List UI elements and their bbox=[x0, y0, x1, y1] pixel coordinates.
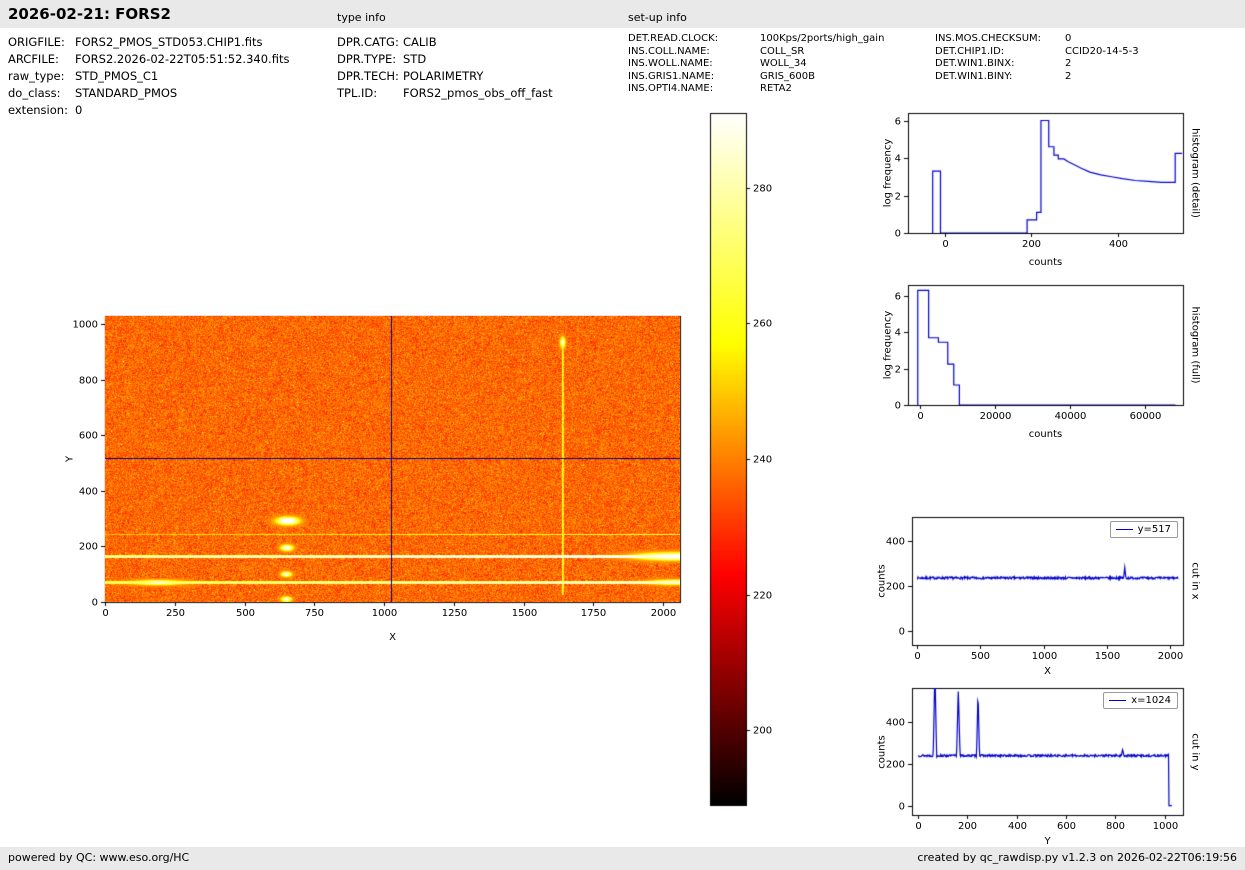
tick-label: 0 bbox=[894, 400, 901, 411]
tick-label: 600 bbox=[78, 430, 98, 441]
tick-label: 2000 bbox=[1157, 651, 1184, 662]
tick-label: 800 bbox=[1105, 821, 1126, 832]
tick-label: 1000 bbox=[371, 608, 398, 619]
tick-label: 0 bbox=[898, 801, 905, 812]
tick-label: 200 bbox=[957, 821, 978, 832]
tick-label: 200 bbox=[78, 541, 98, 552]
tick-label: 0 bbox=[917, 411, 924, 422]
y-axis-label: Y bbox=[64, 455, 76, 463]
tick-label: 0 bbox=[915, 821, 922, 832]
y-axis-label: log frequency bbox=[882, 138, 894, 208]
tick-label: 2 bbox=[894, 364, 901, 375]
tick-label: 1750 bbox=[580, 608, 607, 619]
tick-label: 200 bbox=[753, 725, 773, 736]
tick-label: 0 bbox=[894, 228, 901, 239]
tick-label: 280 bbox=[753, 183, 773, 194]
x-axis-label: X bbox=[389, 632, 396, 643]
x-axis-label: Y bbox=[1044, 836, 1051, 847]
tick-label: 2000 bbox=[650, 608, 677, 619]
tick-label: 0 bbox=[91, 597, 98, 608]
tick-label: 40000 bbox=[1054, 411, 1087, 422]
tick-label: 0 bbox=[102, 608, 109, 619]
tick-label: 1500 bbox=[511, 608, 538, 619]
tick-label: 0 bbox=[942, 239, 949, 250]
legend-label: x=1024 bbox=[1131, 695, 1171, 706]
tick-label: 400 bbox=[885, 717, 905, 728]
tick-label: 400 bbox=[1108, 239, 1129, 250]
y-axis-label: counts bbox=[876, 564, 888, 598]
tick-label: 1250 bbox=[441, 608, 468, 619]
right-axis-label: cut in x bbox=[1189, 562, 1201, 600]
tick-label: 220 bbox=[753, 590, 773, 601]
x-axis-label: counts bbox=[1028, 429, 1063, 440]
tick-label: 1000 bbox=[72, 319, 98, 330]
tick-label: 500 bbox=[970, 651, 991, 662]
tick-label: 6 bbox=[894, 291, 901, 302]
tick-label: 1000 bbox=[1152, 821, 1179, 832]
tick-label: 2 bbox=[894, 191, 901, 202]
raw-image-canvas bbox=[105, 316, 680, 602]
right-axis-label: histogram (detail) bbox=[1189, 128, 1201, 218]
tick-label: 200 bbox=[885, 759, 905, 770]
tick-label: 240 bbox=[753, 454, 773, 465]
y-axis-label: counts bbox=[876, 734, 888, 769]
tick-label: 6 bbox=[894, 116, 901, 127]
tick-label: 0 bbox=[898, 626, 905, 637]
tick-label: 0 bbox=[914, 651, 921, 662]
right-axis-label: histogram (full) bbox=[1189, 306, 1201, 384]
y-axis-label: log frequency bbox=[882, 310, 894, 380]
x-axis-label: X bbox=[1044, 666, 1051, 677]
legend: x=1024 bbox=[1103, 692, 1178, 709]
tick-label: 400 bbox=[885, 536, 905, 547]
tick-label: 750 bbox=[304, 608, 325, 619]
tick-label: 500 bbox=[235, 608, 256, 619]
tick-label: 250 bbox=[165, 608, 186, 619]
legend: y=517 bbox=[1109, 521, 1178, 538]
x-axis-label: counts bbox=[1028, 257, 1063, 268]
legend-line-sample bbox=[1109, 700, 1127, 701]
tick-label: 4 bbox=[894, 327, 901, 338]
tick-label: 60000 bbox=[1129, 411, 1162, 422]
tick-label: 4 bbox=[894, 153, 901, 164]
tick-label: 400 bbox=[1007, 821, 1028, 832]
tick-label: 1000 bbox=[1031, 651, 1058, 662]
tick-label: 200 bbox=[885, 581, 905, 592]
legend-line-sample bbox=[1115, 529, 1133, 530]
legend-label: y=517 bbox=[1137, 524, 1171, 535]
tick-label: 260 bbox=[753, 318, 773, 329]
tick-label: 1500 bbox=[1094, 651, 1121, 662]
tick-label: 400 bbox=[78, 486, 98, 497]
tick-label: 200 bbox=[1021, 239, 1042, 250]
tick-label: 800 bbox=[78, 375, 98, 386]
tick-label: 20000 bbox=[979, 411, 1012, 422]
qc-report-page: 2026-02-21: FORS2 type info set-up info … bbox=[0, 0, 1245, 870]
right-axis-label: cut in y bbox=[1189, 732, 1201, 771]
tick-label: 600 bbox=[1056, 821, 1077, 832]
